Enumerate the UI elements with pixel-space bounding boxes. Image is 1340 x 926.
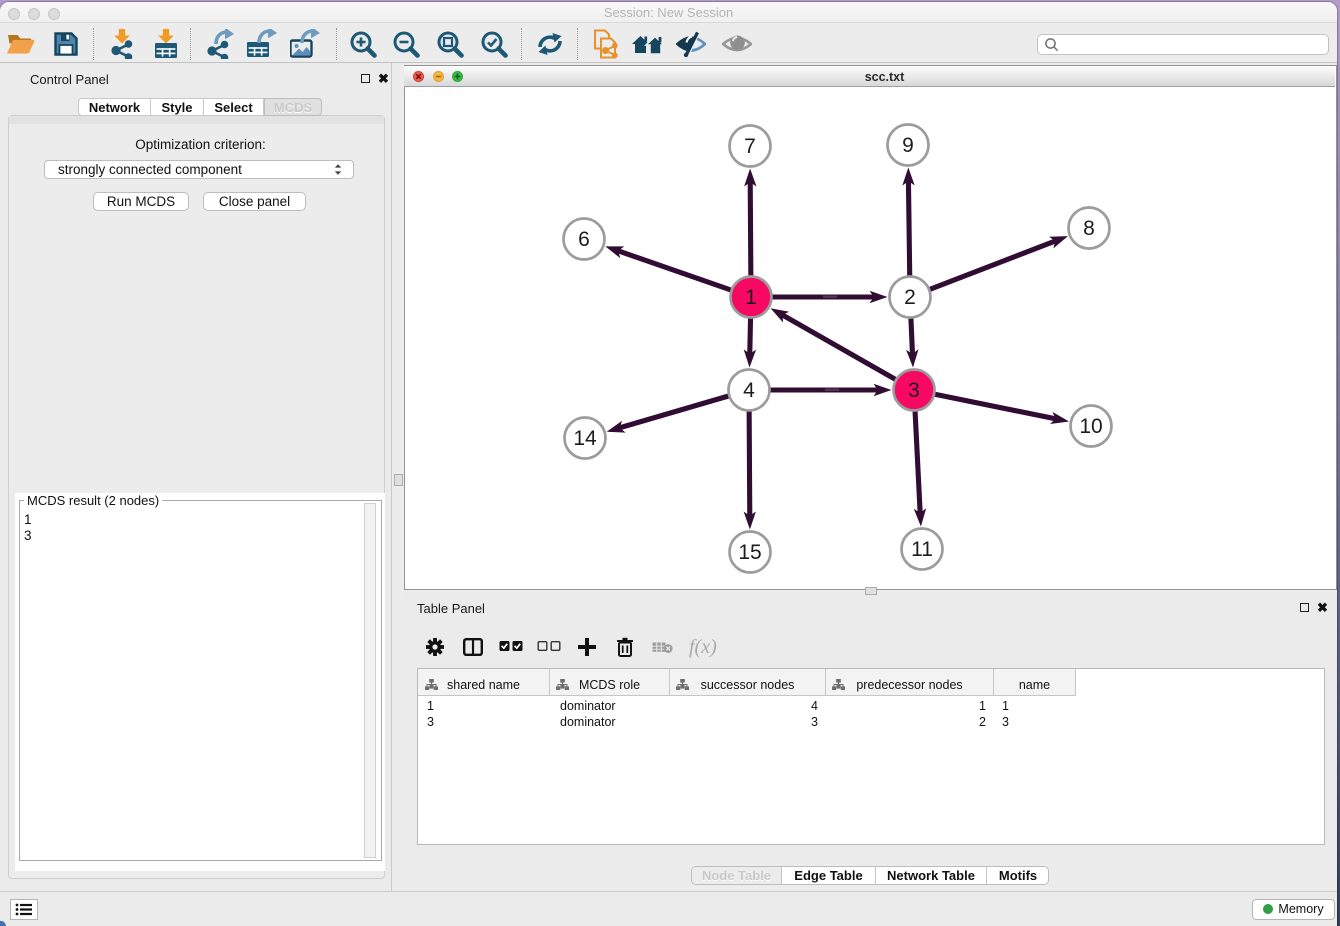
svg-text:8: 8 (1083, 217, 1095, 240)
svg-text:11: 11 (911, 538, 933, 561)
svg-text:2: 2 (904, 286, 916, 309)
svg-text:6: 6 (578, 228, 590, 251)
svg-text:f(x): f(x) (689, 636, 717, 658)
svg-text:10: 10 (1079, 415, 1102, 438)
svg-text:9: 9 (902, 134, 914, 157)
svg-text:7: 7 (744, 135, 756, 158)
svg-text:4: 4 (743, 379, 755, 402)
svg-text:15: 15 (738, 541, 761, 564)
svg-text:14: 14 (573, 427, 597, 450)
svg-text:3: 3 (908, 379, 920, 402)
svg-text:1: 1 (745, 286, 757, 309)
